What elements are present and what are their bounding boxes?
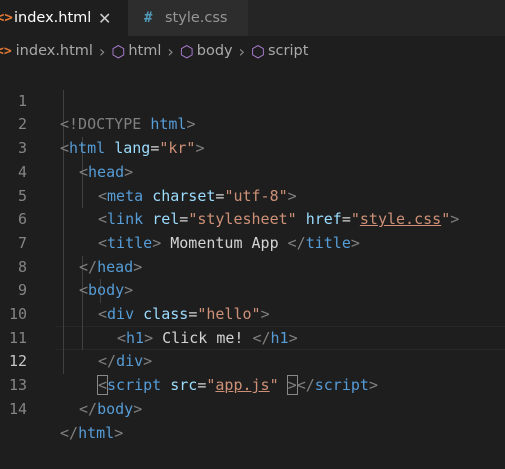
- code-line[interactable]: 1 <!DOCTYPE html>: [0, 66, 505, 134]
- breadcrumb: <> index.html › ⬡ html › ⬡ body › ⬡ scri…: [0, 36, 505, 66]
- breadcrumb-item-script[interactable]: ⬡ script: [251, 42, 308, 61]
- code-line[interactable]: 3 <head>: [0, 113, 505, 181]
- line-number: 14: [8, 399, 27, 418]
- code-line[interactable]: 4 <meta charset="utf-8">: [0, 137, 505, 205]
- tab-label: style.css: [165, 10, 228, 26]
- breadcrumb-label: html: [128, 43, 162, 59]
- breadcrumb-item-body[interactable]: ⬡ body: [180, 42, 233, 61]
- tab-label: index.html: [14, 10, 92, 26]
- chevron-right-icon: ›: [238, 41, 246, 61]
- close-icon[interactable]: ✕: [98, 9, 111, 28]
- breadcrumb-label: script: [268, 43, 309, 59]
- breadcrumb-label: body: [196, 43, 233, 59]
- tab-style-css[interactable]: # style.css: [128, 0, 248, 36]
- line-content: </body>: [79, 399, 143, 418]
- breadcrumb-item-file[interactable]: <> index.html: [0, 43, 93, 59]
- chevron-right-icon: ›: [167, 41, 174, 61]
- chevron-right-icon: ›: [98, 41, 106, 61]
- line-content: </html>: [60, 423, 124, 442]
- code-line[interactable]: 9 <div class="hello">: [0, 256, 505, 323]
- code-line[interactable]: 8 <body>: [0, 232, 505, 300]
- html-file-icon: <>: [0, 10, 13, 26]
- code-line[interactable]: 6 <title> Momentum App </title>: [0, 185, 505, 252]
- html-file-icon: <>: [0, 43, 12, 59]
- tab-index-html[interactable]: <> index.html ✕: [0, 0, 128, 36]
- code-line[interactable]: 7 </head>: [0, 208, 505, 276]
- cube-symbol-icon: ⬡: [111, 41, 126, 61]
- breadcrumb-item-html[interactable]: ⬡ html: [111, 42, 161, 61]
- code-line[interactable]: 10 <h1> Click me! </h1>: [0, 279, 505, 347]
- code-line[interactable]: 13 </body>: [0, 350, 505, 418]
- breadcrumb-label: index.html: [15, 43, 93, 59]
- code-line[interactable]: 14 </html>: [0, 374, 505, 442]
- code-line-active[interactable]: 12 <script src="app.js" ></script>: [0, 327, 505, 396]
- tab-bar: <> index.html ✕ # style.css: [0, 0, 505, 36]
- css-file-icon: #: [144, 10, 153, 26]
- code-line[interactable]: 5 <link rel="stylesheet" href="style.css…: [0, 161, 505, 229]
- code-line[interactable]: 11 </div>: [0, 303, 505, 371]
- cube-symbol-icon: ⬡: [179, 41, 194, 61]
- code-line[interactable]: 2 <html lang="kr">: [0, 90, 505, 157]
- cube-symbol-icon: ⬡: [251, 41, 265, 61]
- code-editor[interactable]: 1 <!DOCTYPE html> 2 <html lang="kr"> 3 <…: [0, 66, 505, 442]
